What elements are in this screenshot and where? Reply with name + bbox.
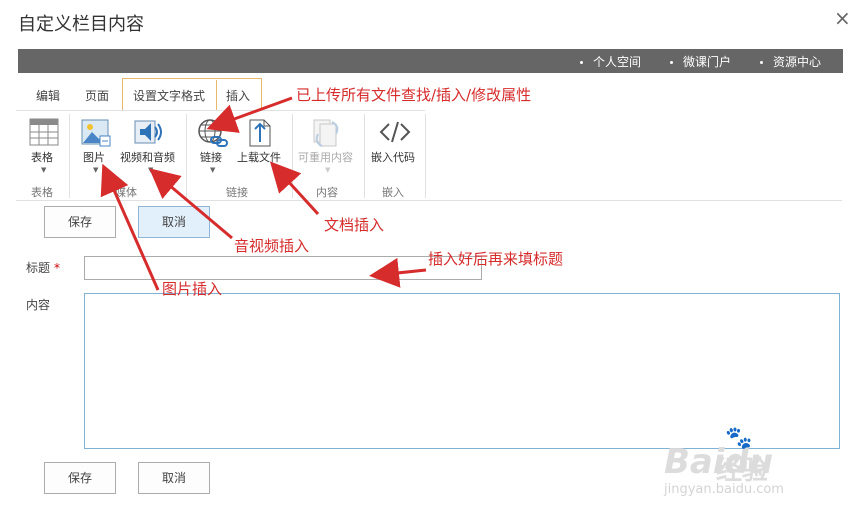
arrow-to-link	[206, 96, 293, 133]
annotation-document-insert: 文档插入	[324, 216, 385, 234]
annotation-title-hint: 插入好后再来填标题	[428, 250, 564, 268]
arrow-to-title	[369, 257, 427, 288]
annotation-av-insert: 音视频插入	[234, 237, 310, 255]
paw-icon: 🐾	[725, 426, 753, 451]
annotation-image-insert: 图片插入	[162, 280, 223, 298]
arrow-to-video	[149, 168, 233, 240]
arrow-to-image	[100, 163, 160, 291]
annotation-uploaded-files: 已上传所有文件查找/插入/修改属性	[296, 86, 532, 104]
arrow-to-upload	[269, 161, 320, 216]
watermark-url: jingyan.baidu.com	[664, 482, 784, 497]
